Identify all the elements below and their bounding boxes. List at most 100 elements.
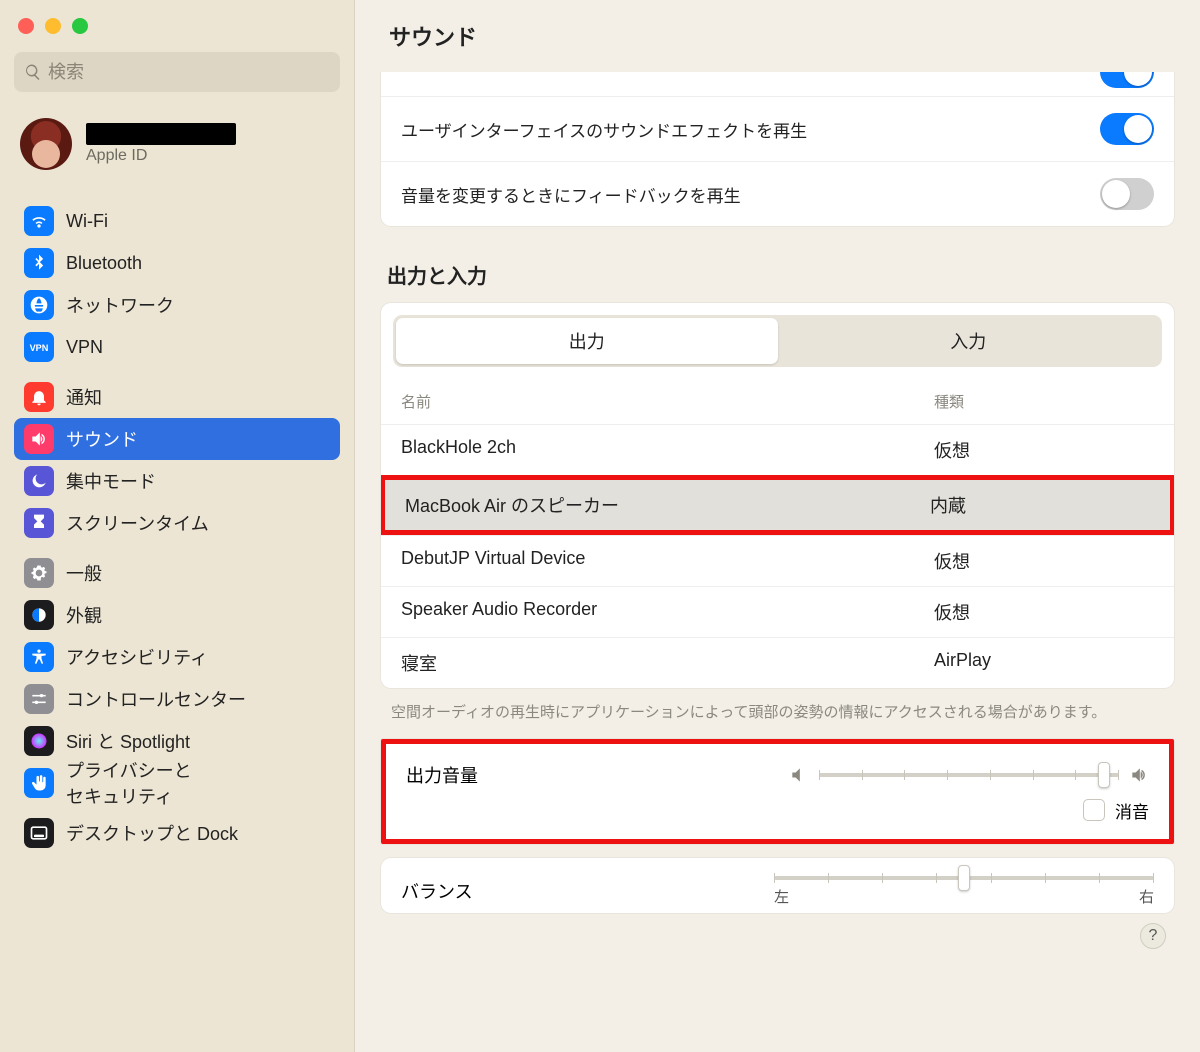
sidebar-item-appearance[interactable]: 外観 xyxy=(14,594,340,636)
col-name: 名前 xyxy=(401,391,934,412)
balance-slider[interactable] xyxy=(774,876,1154,880)
device-row[interactable]: Speaker Audio Recorder仮想 xyxy=(381,586,1174,637)
zoom-window-button[interactable] xyxy=(72,18,88,34)
volume-low-icon xyxy=(789,765,809,785)
sidebar-item-moon[interactable]: 集中モード xyxy=(14,460,340,502)
sidebar-item-label: 一般 xyxy=(66,560,102,586)
sound-icon xyxy=(24,424,54,454)
balance-left-label: 左 xyxy=(774,886,789,907)
sidebar-item-label: デスクトップと Dock xyxy=(66,820,238,846)
sliders-icon xyxy=(24,684,54,714)
output-volume-label: 出力音量 xyxy=(406,762,478,788)
hand-icon xyxy=(24,768,54,798)
search-icon xyxy=(24,63,42,81)
sidebar-item-bluetooth[interactable]: Bluetooth xyxy=(14,242,340,284)
device-type: 内蔵 xyxy=(930,492,1150,518)
apple-id-row[interactable]: Apple ID xyxy=(14,110,340,192)
help-button[interactable]: ? xyxy=(1140,923,1166,949)
volume-high-icon xyxy=(1129,765,1149,785)
sidebar-item-label: 通知 xyxy=(66,384,102,410)
sidebar-item-label: Bluetooth xyxy=(66,253,142,274)
device-row[interactable]: MacBook Air のスピーカー内蔵 xyxy=(381,475,1174,535)
sidebar-item-sound[interactable]: サウンド xyxy=(14,418,340,460)
sidebar-item-hand[interactable]: プライバシーと セキュリティ xyxy=(14,762,340,804)
sidebar-item-label: アクセシビリティ xyxy=(66,644,208,670)
device-name: MacBook Air のスピーカー xyxy=(405,492,930,518)
sidebar-item-label: サウンド xyxy=(66,426,138,452)
sidebar-item-globe[interactable]: ネットワーク xyxy=(14,284,340,326)
appearance-icon xyxy=(24,600,54,630)
toggle-unknown-top[interactable] xyxy=(1100,72,1154,88)
mute-checkbox[interactable] xyxy=(1083,799,1105,821)
spatial-audio-note: 空間オーディオの再生時にアプリケーションによって頭部の姿勢の情報にアクセスされる… xyxy=(381,688,1174,729)
device-type: 仮想 xyxy=(934,599,1154,625)
output-volume-slider[interactable] xyxy=(819,773,1119,777)
dock-icon xyxy=(24,818,54,848)
sidebar-item-label: ネットワーク xyxy=(66,292,174,318)
sidebar-item-hourglass[interactable]: スクリーンタイム xyxy=(14,502,340,544)
section-title-io: 出力と入力 xyxy=(387,260,1174,289)
tab-input[interactable]: 入力 xyxy=(778,318,1160,364)
toggle-ui-sound-effects[interactable] xyxy=(1100,113,1154,145)
device-name: Speaker Audio Recorder xyxy=(401,599,934,625)
device-row[interactable]: DebutJP Virtual Device仮想 xyxy=(381,535,1174,586)
hourglass-icon xyxy=(24,508,54,538)
moon-icon xyxy=(24,466,54,496)
account-name-redacted xyxy=(86,123,236,145)
main-pane: サウンド ユーザインターフェイスのサウンドエフェクトを再生 音量を変更するときに… xyxy=(355,0,1200,1052)
sidebar-item-accessibility[interactable]: アクセシビリティ xyxy=(14,636,340,678)
sidebar-item-label: 集中モード xyxy=(66,468,156,494)
minimize-window-button[interactable] xyxy=(45,18,61,34)
sidebar-item-label: コントロールセンター xyxy=(66,686,246,712)
sidebar-item-label: Wi-Fi xyxy=(66,211,108,232)
sidebar-item-dock[interactable]: デスクトップと Dock xyxy=(14,812,340,854)
globe-icon xyxy=(24,290,54,320)
search-field-wrap xyxy=(14,52,340,92)
wifi-icon xyxy=(24,206,54,236)
sidebar-item-vpn[interactable]: VPNVPN xyxy=(14,326,340,368)
sidebar: Apple ID Wi-Fi Bluetooth ネットワーク VPNVPN 通知サウン… xyxy=(0,0,355,1052)
device-type: AirPlay xyxy=(934,650,1154,676)
avatar xyxy=(20,118,72,170)
siri-icon xyxy=(24,726,54,756)
sidebar-item-bell[interactable]: 通知 xyxy=(14,376,340,418)
gear-icon xyxy=(24,558,54,588)
io-segmented-control: 出力 入力 xyxy=(393,315,1162,367)
bell-icon xyxy=(24,382,54,412)
col-type: 種類 xyxy=(934,391,1154,412)
sidebar-item-wifi[interactable]: Wi-Fi xyxy=(14,200,340,242)
device-name: DebutJP Virtual Device xyxy=(401,548,934,574)
tab-output[interactable]: 出力 xyxy=(396,318,778,364)
balance-right-label: 右 xyxy=(1139,886,1154,907)
balance-card: バランス 左 右 xyxy=(381,858,1174,913)
output-volume-card: 出力音量 消音 xyxy=(381,739,1174,844)
sidebar-item-gear[interactable]: 一般 xyxy=(14,552,340,594)
sidebar-item-siri[interactable]: Siri と Spotlight xyxy=(14,720,340,762)
row-label: 音量を変更するときにフィードバックを再生 xyxy=(401,182,741,207)
io-card: 出力 入力 名前 種類 BlackHole 2ch仮想MacBook Air の… xyxy=(381,303,1174,688)
sidebar-item-label: 外観 xyxy=(66,602,102,628)
search-input[interactable] xyxy=(14,52,340,92)
sidebar-item-label: プライバシーと セキュリティ xyxy=(66,757,192,809)
close-window-button[interactable] xyxy=(18,18,34,34)
accessibility-icon xyxy=(24,642,54,672)
sidebar-item-label: Siri と Spotlight xyxy=(66,728,190,754)
bluetooth-icon xyxy=(24,248,54,278)
sidebar-item-sliders[interactable]: コントロールセンター xyxy=(14,678,340,720)
mute-label: 消音 xyxy=(1115,798,1149,823)
device-row[interactable]: 寝室AirPlay xyxy=(381,637,1174,688)
device-row[interactable]: BlackHole 2ch仮想 xyxy=(381,424,1174,475)
device-name: BlackHole 2ch xyxy=(401,437,934,463)
toggle-volume-feedback[interactable] xyxy=(1100,178,1154,210)
page-title: サウンド xyxy=(355,0,1200,72)
sound-effects-card: ユーザインターフェイスのサウンドエフェクトを再生 音量を変更するときにフィードバ… xyxy=(381,72,1174,226)
device-name: 寝室 xyxy=(401,650,934,676)
balance-label: バランス xyxy=(401,878,473,904)
vpn-icon: VPN xyxy=(24,332,54,362)
account-subtitle: Apple ID xyxy=(86,147,236,165)
device-table-header: 名前 種類 xyxy=(381,379,1174,424)
device-type: 仮想 xyxy=(934,437,1154,463)
sidebar-item-label: スクリーンタイム xyxy=(66,510,209,536)
svg-text:VPN: VPN xyxy=(30,343,49,353)
row-label: ユーザインターフェイスのサウンドエフェクトを再生 xyxy=(401,117,807,142)
